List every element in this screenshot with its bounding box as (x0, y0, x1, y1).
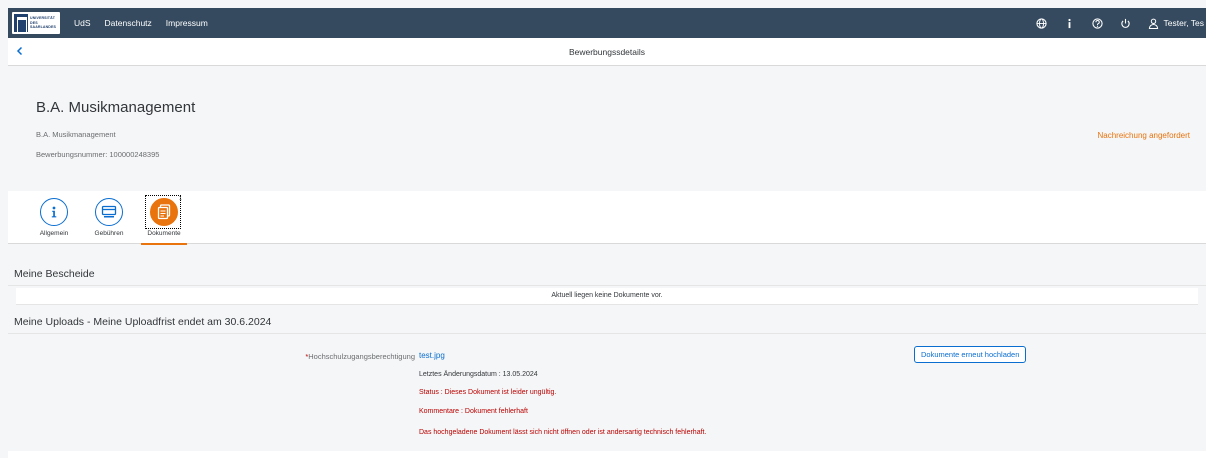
tab-label: Dokumente (147, 230, 181, 237)
help-icon[interactable] (1092, 17, 1104, 29)
shell-actions: Tester, Tes (1036, 17, 1206, 29)
info-icon[interactable] (1064, 17, 1076, 29)
tab-badge: 1 (179, 196, 182, 202)
nav-link-datenschutz[interactable]: Datenschutz (105, 18, 152, 28)
logo-line: SAARLANDES (30, 25, 56, 30)
user-menu[interactable]: Tester, Tes (1148, 17, 1204, 29)
application-header: B.A. Musikmanagement B.A. Musikmanagemen… (8, 67, 1206, 191)
application-number: Bewerbungsnummer: 100000248395 (36, 150, 160, 159)
document-label: *Hochschulzugangsberechtigung (305, 352, 415, 361)
power-icon[interactable] (1120, 17, 1132, 29)
shell-nav: UdS Datenschutz Impressum (74, 18, 208, 28)
globe-icon[interactable] (1036, 17, 1048, 29)
last-modified-date: Letztes Änderungsdatum : 13.05.2024 (419, 371, 538, 378)
application-subtitle: B.A. Musikmanagement (36, 130, 116, 139)
section-title: Meine Bescheide (14, 268, 95, 280)
tab-dokumente[interactable]: 1 Dokumente (141, 195, 187, 245)
page-footer-strip (8, 451, 1206, 458)
document-error-message: Das hochgeladene Dokument lässt sich nic… (419, 429, 707, 436)
reupload-button[interactable]: Dokumente erneut hochladen (914, 346, 1027, 363)
upload-item: *Hochschulzugangsberechtigung test.jpg L… (8, 335, 1206, 451)
university-logo[interactable]: UNIVERSITÄT DES SAARLANDES (12, 12, 60, 34)
document-status: Status : Dieses Dokument ist leider ungü… (419, 389, 557, 396)
crest-icon (14, 14, 28, 33)
shell-bar: UNIVERSITÄT DES SAARLANDES UdS Datenschu… (8, 8, 1206, 38)
empty-documents-text: Aktuell liegen keine Dokumente vor. (551, 292, 663, 299)
empty-documents-row: Aktuell liegen keine Dokumente vor. (16, 288, 1198, 305)
application-status: Nachreichung angefordert (1097, 131, 1190, 140)
tab-allgemein[interactable]: Allgemein (31, 198, 77, 244)
file-link[interactable]: test.jpg (419, 351, 445, 360)
section-title: Meine Uploads - Meine Uploadfrist endet … (14, 316, 272, 328)
tab-label: Gebühren (94, 230, 124, 237)
document-label-text: Hochschulzugangsberechtigung (308, 352, 415, 361)
nav-link-uds[interactable]: UdS (74, 18, 91, 28)
user-name: Tester, Tes (1163, 18, 1204, 28)
page-title: Bewerbungssdetails (568, 47, 646, 57)
nav-link-impressum[interactable]: Impressum (166, 18, 208, 28)
section-uploads: Meine Uploads - Meine Uploadfrist endet … (8, 308, 1206, 334)
icon-tab-bar: Allgemein Gebühren 1 Dokumente (8, 191, 1206, 245)
page-header: Bewerbungssdetails (8, 38, 1206, 66)
info-icon (40, 198, 68, 226)
focus-outline (145, 195, 181, 229)
user-icon (1148, 17, 1160, 29)
document-comment: Kommentare : Dokument fehlerhaft (419, 408, 528, 415)
application-title: B.A. Musikmanagement (36, 99, 196, 116)
payment-icon (95, 198, 123, 226)
logo-lettering: UNIVERSITÄT DES SAARLANDES (30, 16, 58, 29)
section-bescheide: Meine Bescheide (8, 260, 1206, 286)
tab-label: Allgemein (39, 230, 69, 237)
tab-gebuehren[interactable]: Gebühren (86, 198, 132, 244)
